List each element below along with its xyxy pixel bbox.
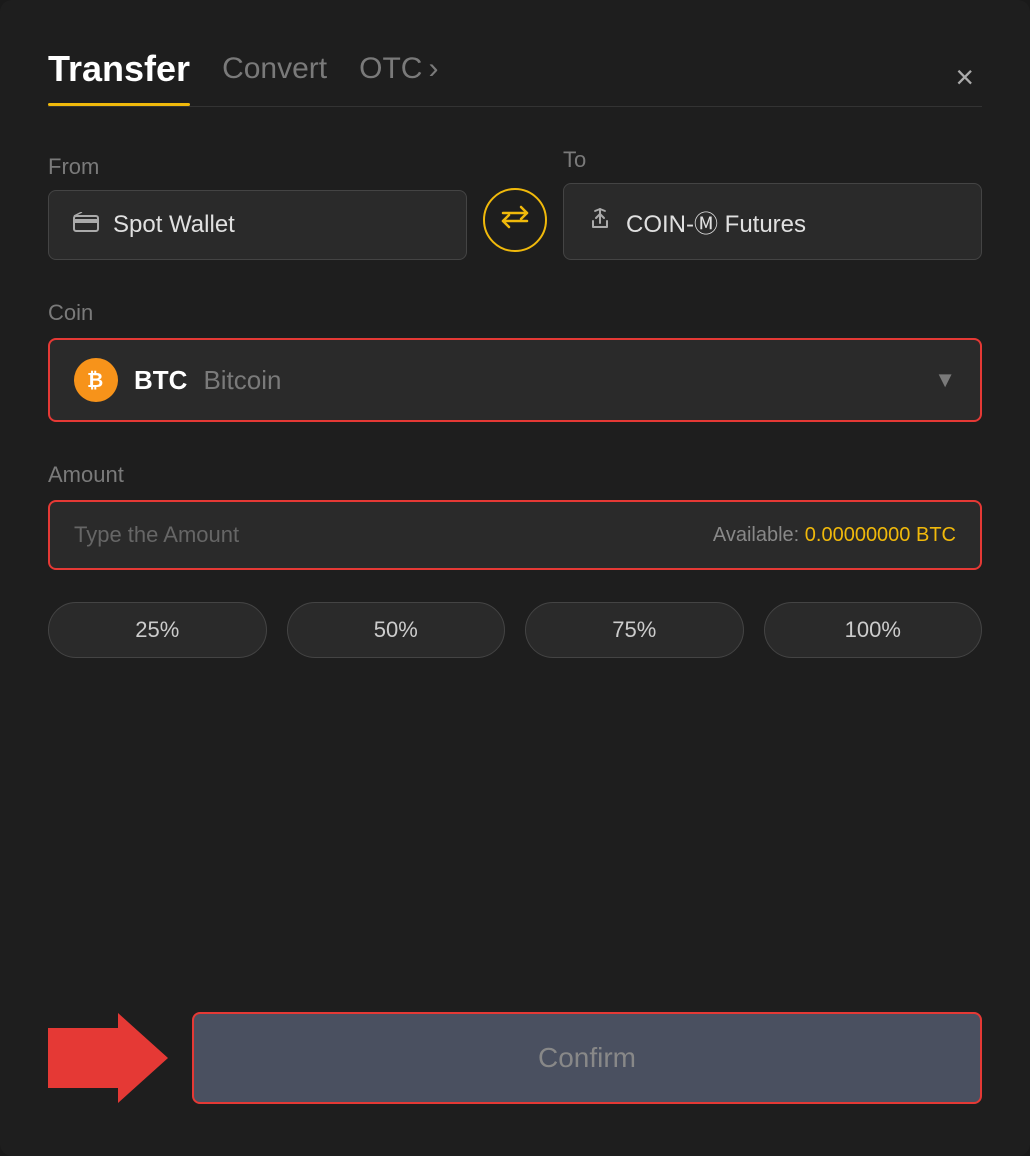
coin-full-name: Bitcoin [203,365,281,396]
coin-selector[interactable]: ₿ BTC Bitcoin ▼ [48,338,982,422]
swap-button[interactable] [483,188,547,252]
coin-chevron-icon: ▼ [934,367,956,393]
from-wallet-name: Spot Wallet [113,211,235,239]
to-field: To COIN-Ⓜ Futures [563,147,982,260]
tab-bar: Transfer Convert OTC › × [48,48,982,106]
pct-25-button[interactable]: 25% [48,602,267,658]
tab-otc[interactable]: OTC › [359,52,438,102]
pct-75-button[interactable]: 75% [525,602,744,658]
tab-transfer[interactable]: Transfer [48,48,190,106]
available-value: 0.00000000 BTC [805,524,956,546]
coin-label: Coin [48,300,982,326]
from-label: From [48,154,467,180]
to-label: To [563,147,982,173]
percentage-row: 25% 50% 75% 100% [48,602,982,658]
to-wallet-icon [588,207,612,237]
red-arrow-icon [48,1008,168,1108]
confirm-button[interactable]: Confirm [192,1012,982,1104]
btc-icon: ₿ [74,358,118,402]
tab-convert[interactable]: Convert [222,52,327,102]
to-wallet-selector[interactable]: COIN-Ⓜ Futures [563,183,982,260]
to-wallet-name: COIN-Ⓜ Futures [626,204,806,239]
from-to-row: From Spot Wallet [48,147,982,260]
amount-input[interactable] [74,522,713,548]
from-wallet-icon [73,212,99,238]
tab-divider [48,106,982,107]
amount-box: Available: 0.00000000 BTC [48,500,982,570]
available-display: Available: 0.00000000 BTC [713,524,956,547]
pct-50-button[interactable]: 50% [287,602,506,658]
coin-section: Coin ₿ BTC Bitcoin ▼ [48,300,982,462]
close-button[interactable]: × [947,57,982,97]
from-wallet-selector[interactable]: Spot Wallet [48,190,467,260]
otc-chevron-icon: › [428,52,438,86]
from-field: From Spot Wallet [48,154,467,260]
svg-text:₿: ₿ [87,370,103,392]
swap-icon [499,203,531,238]
pct-100-button[interactable]: 100% [764,602,983,658]
amount-label: Amount [48,462,982,488]
amount-section: Amount Available: 0.00000000 BTC [48,462,982,602]
confirm-row: Confirm [48,1008,982,1108]
transfer-modal: Transfer Convert OTC › × From Spot Walle… [0,0,1030,1156]
coin-symbol: BTC [134,365,187,396]
arrow-container [48,1008,168,1108]
